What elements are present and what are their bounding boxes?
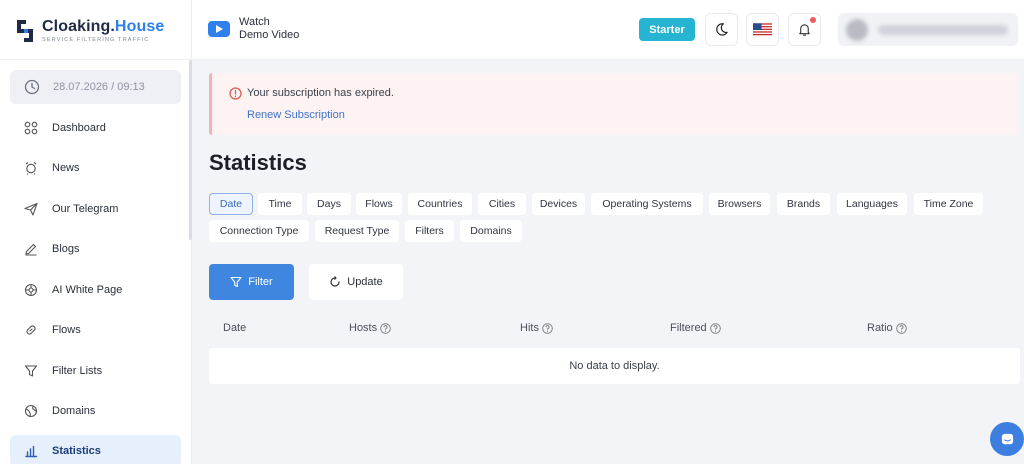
- sidebar-item-flows[interactable]: Flows: [10, 315, 181, 345]
- column-header-filtered[interactable]: Filtered: [670, 322, 721, 334]
- sidebar: Cloaking.House SERVICE FILTERING TRAFFIC…: [0, 0, 192, 464]
- sidebar-item-news[interactable]: News: [10, 153, 181, 183]
- theme-toggle-button[interactable]: [705, 13, 738, 46]
- table-empty-row: No data to display.: [209, 348, 1020, 384]
- tab-cities[interactable]: Cities: [478, 193, 526, 215]
- link-icon: [24, 323, 38, 337]
- page-title: Statistics: [209, 150, 307, 175]
- subscription-expired-alert: Your subscription has expired. Renew Sub…: [209, 73, 1018, 135]
- help-icon[interactable]: [895, 322, 907, 334]
- tab-filters[interactable]: Filters: [405, 220, 454, 242]
- tab-time[interactable]: Time: [258, 193, 302, 215]
- send-icon: [24, 202, 38, 216]
- tab-flows[interactable]: Flows: [356, 193, 402, 215]
- column-header-hosts[interactable]: Hosts: [349, 322, 391, 334]
- sidebar-item-label: Domains: [52, 405, 96, 417]
- sidebar-item-label: Statistics: [52, 445, 101, 457]
- clock-icon: [24, 79, 40, 95]
- column-header-date[interactable]: Date: [223, 322, 246, 334]
- help-icon[interactable]: [709, 322, 721, 334]
- sidebar-item-blogs[interactable]: Blogs: [10, 234, 181, 264]
- moon-icon: [716, 23, 728, 36]
- sidebar-item-statistics[interactable]: Statistics: [10, 435, 181, 464]
- pencil-icon: [24, 242, 38, 256]
- sidebar-item-label: Our Telegram: [52, 203, 119, 215]
- column-header-hits[interactable]: Hits: [520, 322, 553, 334]
- tab-days[interactable]: Days: [307, 193, 351, 215]
- tab-connection-type[interactable]: Connection Type: [209, 220, 309, 242]
- tab-countries[interactable]: Countries: [408, 193, 472, 215]
- sidebar-item-dashboard[interactable]: Dashboard: [10, 113, 181, 143]
- sidebar-item-label: Filter Lists: [52, 365, 103, 377]
- sidebar-divider: [0, 59, 192, 60]
- sidebar-item-label: Blogs: [52, 243, 80, 255]
- ai-icon: [24, 283, 38, 297]
- datetime-display: 28.07.2026 / 09:13: [10, 70, 181, 104]
- sidebar-item-label: AI White Page: [52, 284, 123, 296]
- play-icon: [208, 21, 230, 37]
- chat-icon: [1001, 433, 1013, 444]
- tab-date[interactable]: Date: [209, 193, 253, 215]
- watch-label-line1: Watch: [239, 16, 270, 28]
- notifications-button[interactable]: [788, 13, 821, 46]
- update-button[interactable]: Update: [309, 264, 403, 300]
- top-header: Watch Demo Video Starter: [192, 0, 1024, 60]
- renew-subscription-link[interactable]: Renew Subscription: [247, 109, 345, 121]
- sidebar-item-our-telegram[interactable]: Our Telegram: [10, 194, 181, 224]
- filter-icon: [230, 276, 242, 288]
- user-profile-menu[interactable]: [838, 13, 1018, 46]
- tab-languages[interactable]: Languages: [837, 193, 907, 215]
- bar-chart-icon: [24, 444, 38, 458]
- tab-brands[interactable]: Brands: [777, 193, 830, 215]
- tab-operating-systems[interactable]: Operating Systems: [591, 193, 703, 215]
- tab-browsers[interactable]: Browsers: [709, 193, 770, 215]
- refresh-icon: [330, 276, 340, 287]
- alert-message: Your subscription has expired.: [247, 87, 394, 99]
- alert-circle-icon: [229, 87, 242, 100]
- us-flag-icon: [753, 23, 772, 36]
- notification-dot: [810, 17, 816, 23]
- filter-icon: [24, 364, 38, 378]
- watch-label-line2: Demo Video: [239, 29, 300, 41]
- brand-tagline: SERVICE FILTERING TRAFFIC: [42, 36, 150, 43]
- globe-icon: [24, 404, 38, 418]
- update-button-label: Update: [347, 276, 383, 288]
- logo-mark-icon: [17, 20, 33, 42]
- avatar: [846, 18, 868, 41]
- grid-icon: [24, 121, 38, 135]
- help-icon[interactable]: [542, 322, 553, 334]
- filter-button[interactable]: Filter: [209, 264, 294, 300]
- datetime-text: 28.07.2026 / 09:13: [53, 81, 145, 93]
- plan-badge[interactable]: Starter: [639, 18, 695, 41]
- bell-icon: [799, 24, 810, 36]
- column-header-ratio[interactable]: Ratio: [867, 322, 907, 334]
- brand-name: Cloaking.House: [42, 17, 165, 35]
- sidebar-item-label: News: [52, 162, 80, 174]
- sidebar-item-label: Dashboard: [52, 122, 106, 134]
- filter-button-label: Filter: [248, 276, 273, 288]
- help-icon[interactable]: [380, 322, 391, 334]
- sidebar-item-filter-lists[interactable]: Filter Lists: [10, 356, 181, 386]
- brand-logo[interactable]: Cloaking.House SERVICE FILTERING TRAFFIC: [14, 14, 184, 48]
- tab-time-zone[interactable]: Time Zone: [914, 193, 983, 215]
- tab-request-type[interactable]: Request Type: [315, 220, 399, 242]
- tab-devices[interactable]: Devices: [532, 193, 585, 215]
- tab-domains[interactable]: Domains: [460, 220, 522, 242]
- sidebar-scrollbar[interactable]: [189, 60, 192, 240]
- sidebar-item-label: Flows: [52, 324, 81, 336]
- language-button[interactable]: [746, 13, 779, 46]
- sidebar-item-domains[interactable]: Domains: [10, 396, 181, 426]
- sidebar-item-ai-white-page[interactable]: AI White Page: [10, 275, 181, 305]
- user-name-blurred: [878, 24, 1008, 35]
- news-icon: [24, 161, 38, 175]
- support-chat-button[interactable]: [990, 422, 1024, 456]
- watch-demo-video-link[interactable]: Watch Demo Video: [208, 16, 299, 42]
